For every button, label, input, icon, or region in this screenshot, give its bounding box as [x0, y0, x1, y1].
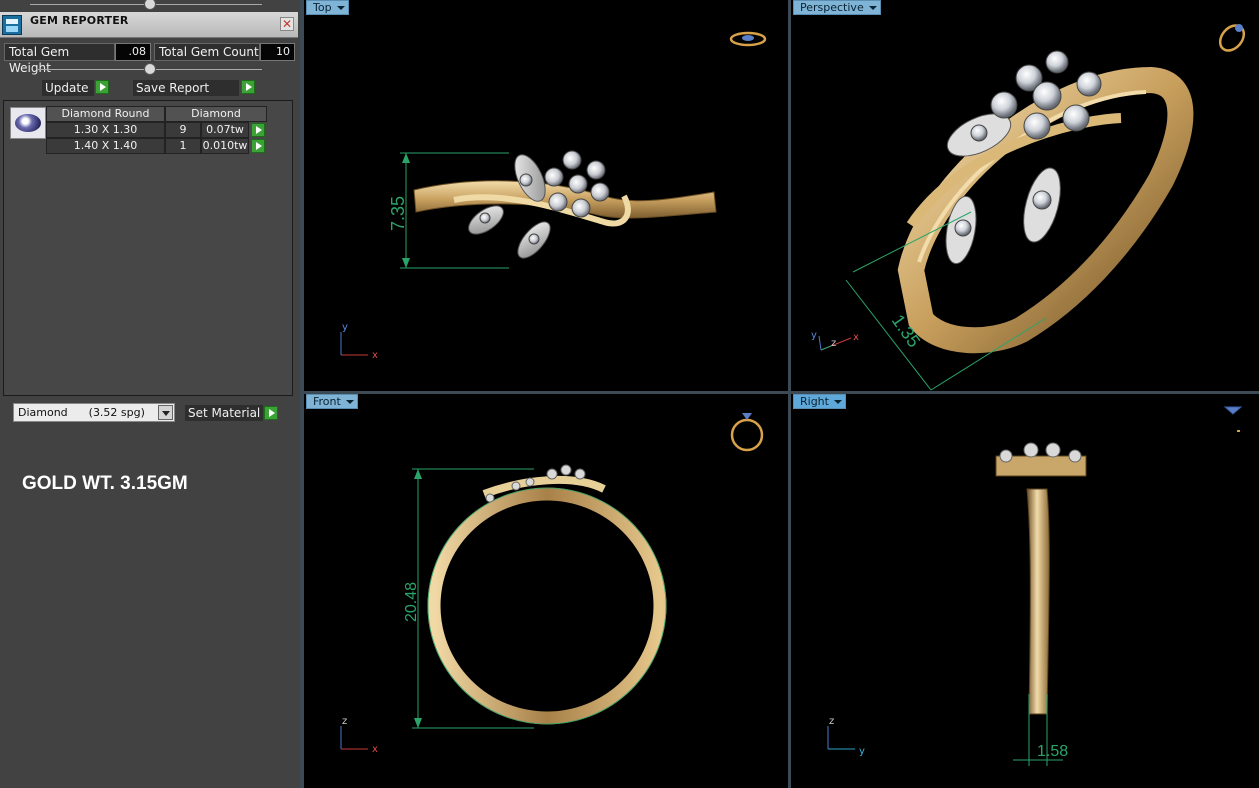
section-divider-handle[interactable]	[144, 63, 156, 75]
total-gem-count-value: 10	[260, 43, 295, 61]
viewport-right[interactable]: 1.58 z y Right	[791, 394, 1259, 788]
set-material-button[interactable]: Set Material	[185, 405, 263, 421]
perspective-view-render: 1.35 y z x	[811, 21, 1248, 391]
perspective-axis-h: x	[853, 332, 859, 343]
diamond-round-thumbnail-icon[interactable]	[10, 107, 46, 139]
chevron-down-icon[interactable]	[345, 397, 355, 406]
save-report-button-label: Save Report	[136, 81, 210, 95]
total-gem-weight-label: Total Gem Weight	[4, 43, 115, 75]
tab-perspective[interactable]: Perspective	[793, 0, 881, 15]
chevron-down-icon[interactable]	[158, 405, 173, 420]
set-material-go-icon[interactable]	[264, 406, 278, 420]
top-axis-v: y	[342, 322, 348, 333]
chevron-down-icon[interactable]	[336, 3, 346, 12]
table-row-1-size[interactable]: 1.30 X 1.30	[46, 122, 165, 138]
front-dimension-label: 20.48	[403, 582, 420, 622]
ring-orientation-icon[interactable]	[1215, 21, 1248, 55]
ring-orientation-icon[interactable]	[730, 413, 764, 452]
top-view-render: 7.35 y x	[340, 31, 767, 361]
table-row-1-go-icon[interactable]	[251, 123, 265, 137]
ring-orientation-icon[interactable]	[1223, 406, 1243, 432]
right-axis-v: z	[829, 716, 834, 727]
table-row-1-weight[interactable]: 0.07tw	[201, 122, 249, 138]
gem-reporter-panel: GEM REPORTER ✕ Total Gem Weight .08 Tota…	[0, 0, 300, 788]
viewport-top[interactable]: 7.35 y x Top	[304, 0, 788, 391]
top-dimension-label: 7.35	[388, 196, 408, 231]
tab-front[interactable]: Front	[306, 394, 358, 409]
update-go-icon[interactable]	[95, 80, 109, 94]
tab-top[interactable]: Top	[306, 0, 349, 15]
gold-weight-note: GOLD WT. 3.15GM	[22, 473, 188, 494]
table-row-2-weight[interactable]: 0.010tw	[201, 138, 249, 154]
table-row-2-size[interactable]: 1.40 X 1.40	[46, 138, 165, 154]
chevron-down-icon[interactable]	[833, 397, 843, 406]
update-button[interactable]: Update	[42, 80, 94, 96]
table-header-material: Diamond	[165, 106, 267, 122]
table-header-shape: Diamond Round	[46, 106, 165, 122]
tab-perspective-label: Perspective	[800, 1, 864, 14]
table-row-2-count[interactable]: 1	[165, 138, 201, 154]
tab-right-label: Right	[800, 395, 829, 408]
total-gem-count-label: Total Gem Count	[154, 43, 260, 61]
top-axis-h: x	[372, 350, 378, 361]
right-view-render: 1.58 z y	[827, 406, 1243, 766]
panel-collapse-handle[interactable]	[144, 0, 156, 10]
save-report-go-icon[interactable]	[241, 80, 255, 94]
tab-top-label: Top	[313, 1, 332, 14]
material-select-value: Diamond (3.52 spg)	[18, 406, 145, 419]
close-icon[interactable]: ✕	[280, 17, 294, 31]
front-axis-h: x	[372, 744, 378, 755]
update-button-label: Update	[45, 81, 89, 95]
right-dimension-label: 1.58	[1037, 743, 1068, 760]
tab-front-label: Front	[313, 395, 341, 408]
table-row-1-count[interactable]: 9	[165, 122, 201, 138]
tab-right[interactable]: Right	[793, 394, 846, 409]
perspective-axis-z: z	[831, 338, 836, 349]
save-report-button[interactable]: Save Report	[133, 80, 239, 96]
gem-reporter-icon	[2, 15, 22, 35]
right-axis-h: y	[859, 746, 865, 757]
viewport-front[interactable]: 20.48 z x Front	[304, 394, 788, 788]
set-material-button-label: Set Material	[188, 406, 261, 420]
viewport-perspective[interactable]: 1.35 y z x Perspective	[791, 0, 1259, 391]
front-axis-v: z	[342, 716, 347, 727]
material-select[interactable]: Diamond (3.52 spg)	[13, 403, 175, 422]
gem-reporter-titlebar: GEM REPORTER ✕	[0, 12, 298, 38]
total-gem-weight-value: .08	[115, 43, 151, 61]
front-view-render: 20.48 z x	[340, 413, 764, 755]
gem-list-area: Diamond Round Diamond 1.30 X 1.30 9 0.07…	[3, 100, 293, 396]
chevron-down-icon[interactable]	[868, 3, 878, 12]
viewport-grid: 7.35 y x Top 1.35 y z x Perspective 20.4…	[300, 0, 1259, 788]
gem-reporter-title: GEM REPORTER	[30, 14, 129, 27]
perspective-axis-v: y	[811, 330, 817, 341]
ring-orientation-icon[interactable]	[729, 31, 767, 47]
table-row-2-go-icon[interactable]	[251, 139, 265, 153]
